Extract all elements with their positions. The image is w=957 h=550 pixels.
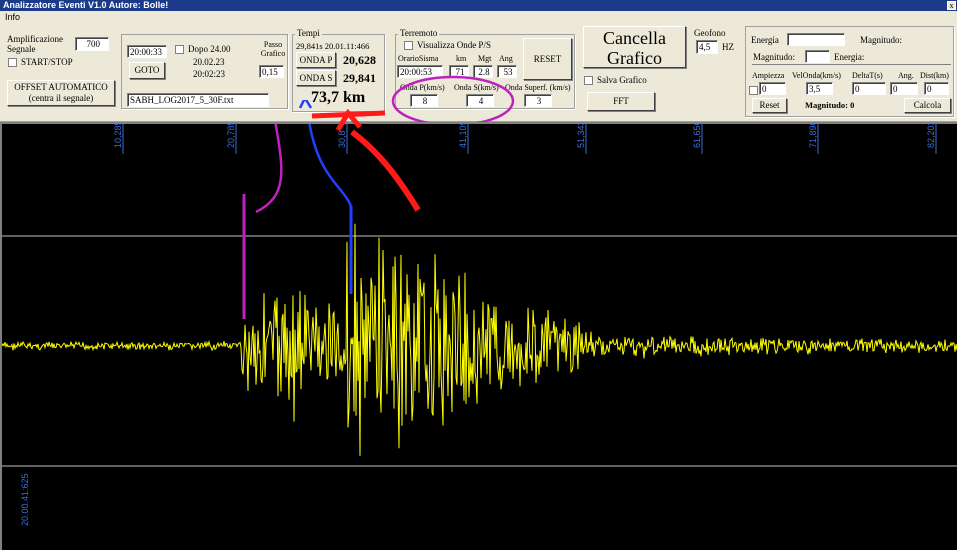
cancella-grafico-button[interactable]: Cancella Grafico (583, 26, 686, 68)
header-ang: Ang (499, 54, 513, 63)
window-title: Analizzatore Eventi V1.0 Autore: Bolle! (0, 0, 957, 11)
energia-label: Energia (751, 35, 779, 45)
magnitudo-result: Magnitudo: 0 (805, 100, 855, 110)
onda-p-speed-label: Onda P(km/s) (400, 83, 445, 92)
time-tick-label: 82,203s (926, 124, 936, 148)
geofono-unit: HZ (722, 42, 734, 52)
startstop-label: START/STOP (21, 57, 73, 67)
onda-superf-input[interactable]: 3 (524, 94, 552, 107)
onda-p-value: 20,628 (343, 53, 376, 67)
plot-left-label: 20.00.41:625 (20, 473, 30, 526)
magnitudo-top-label: Magnitudo: (860, 35, 902, 45)
onda-p-speed-input[interactable]: 8 (410, 94, 438, 107)
onda-p-button[interactable]: ONDA P (296, 52, 336, 68)
header-ang: Ang. (898, 71, 914, 80)
ang-input[interactable]: 53 (497, 65, 517, 78)
time-display-2: 20:02:23 (193, 69, 226, 79)
time-tick-label: 71,890s (808, 124, 818, 148)
header-ampiezza: Ampiezza (752, 71, 785, 80)
velonda-input[interactable]: 3,5 (806, 82, 833, 95)
ampiezza-checkbox[interactable] (749, 86, 758, 95)
file-name-input[interactable]: SABH_LOG2017_5_30F.txt (127, 93, 269, 107)
visualizza-label: Visualizza Onde P/S (417, 40, 491, 50)
dist-input[interactable]: 0 (924, 82, 949, 95)
tempi-info: 29,841s 20.01.11:466 (296, 41, 370, 51)
passo-grafico-input[interactable]: 0,15 (259, 65, 284, 78)
time-tick-label: 61,656s (692, 124, 702, 148)
mgt-input[interactable]: 2.8 (473, 65, 493, 78)
fft-button[interactable]: FFT (587, 92, 655, 111)
orario-sisma-input[interactable]: 20:00:53 (397, 65, 443, 78)
ang-energia-input[interactable]: 0 (890, 82, 918, 95)
geofono-label: Geofono (694, 28, 726, 38)
time-tick-label: 41,109s (458, 124, 468, 148)
seismogram-plot[interactable]: 10,285s 20,785s 30,8 41,109s 51,343s 61,656s 7… (0, 122, 957, 550)
salva-grafico-checkbox[interactable] (584, 76, 593, 85)
time-tick-label: 51,343s (576, 124, 586, 148)
energia-input[interactable] (787, 33, 845, 46)
menu-bar: Info (0, 11, 957, 24)
magnitudo-label: Magnitudo: (753, 52, 795, 62)
calcola-button[interactable]: Calcola (904, 98, 951, 113)
header-orario: OrarioSisma (398, 54, 439, 63)
onda-superf-label: Onda Superf. (km/s) (505, 83, 571, 92)
energia-reset-button[interactable]: Reset (752, 98, 787, 113)
dopo-checkbox[interactable] (175, 45, 184, 54)
amplification-label: Amplificazione Segnale (7, 34, 63, 54)
header-deltat: DeltaT(s) (852, 71, 883, 80)
passo-grafico-label: Passo Grafico (260, 40, 286, 58)
geofono-input[interactable]: 4,5 (696, 40, 718, 54)
seismogram-svg: 10,285s 20,785s 30,8 41,109s 51,343s 61,656s 7… (2, 124, 957, 526)
km-input[interactable]: 71 (449, 65, 469, 78)
close-button[interactable]: x (947, 1, 956, 10)
onda-s-speed-label: Onda S(km/s) (454, 83, 499, 92)
visualizza-checkbox[interactable] (404, 41, 413, 50)
magnitudo-input[interactable] (805, 50, 830, 63)
control-panel: Amplificazione Segnale 700 START/STOP OF… (0, 24, 957, 122)
time-tick-label: 30,8 (337, 130, 347, 148)
ampiezza-input[interactable]: 0 (759, 82, 786, 95)
dopo-label: Dopo 24.00 (188, 44, 231, 54)
time-tick-label: 10,285s (113, 124, 123, 148)
tempi-title: Tempi (295, 28, 322, 38)
onda-s-speed-input[interactable]: 4 (466, 94, 494, 107)
deltat-input[interactable]: 0 (852, 82, 886, 95)
red-arrow-annotation (350, 129, 421, 212)
signal-trace (2, 223, 957, 456)
header-mgt: Mgt (478, 54, 492, 63)
offset-auto-button[interactable]: OFFSET AUTOMATICO (centra il segnale) (7, 80, 115, 106)
terremoto-title: Terremoto (398, 28, 440, 38)
goto-button[interactable]: GOTO (129, 62, 165, 79)
energia-divider (752, 64, 951, 65)
amplification-input[interactable]: 700 (75, 37, 109, 51)
onda-s-value: 29,841 (343, 71, 376, 85)
onda-s-button[interactable]: ONDA S (296, 70, 336, 86)
magenta-arrow-annotation (255, 124, 283, 214)
salva-grafico-label: Salva Grafico (597, 75, 647, 85)
terremoto-reset-button[interactable]: RESET (523, 38, 572, 80)
header-velonda: VelOnda(km/s) (792, 71, 841, 80)
menu-item-info[interactable]: Info (5, 12, 20, 22)
time-input[interactable]: 20:00:33 (127, 45, 167, 58)
header-dist: Dist(km) (920, 71, 949, 80)
header-km: km (456, 54, 467, 63)
time-display-1: 20.02.23 (193, 57, 225, 67)
time-tick-label: 20,785s (226, 124, 236, 148)
startstop-checkbox[interactable] (8, 58, 17, 67)
distance-value: 73,7 km (311, 89, 366, 106)
energia-result-label: Energia: (834, 52, 865, 62)
